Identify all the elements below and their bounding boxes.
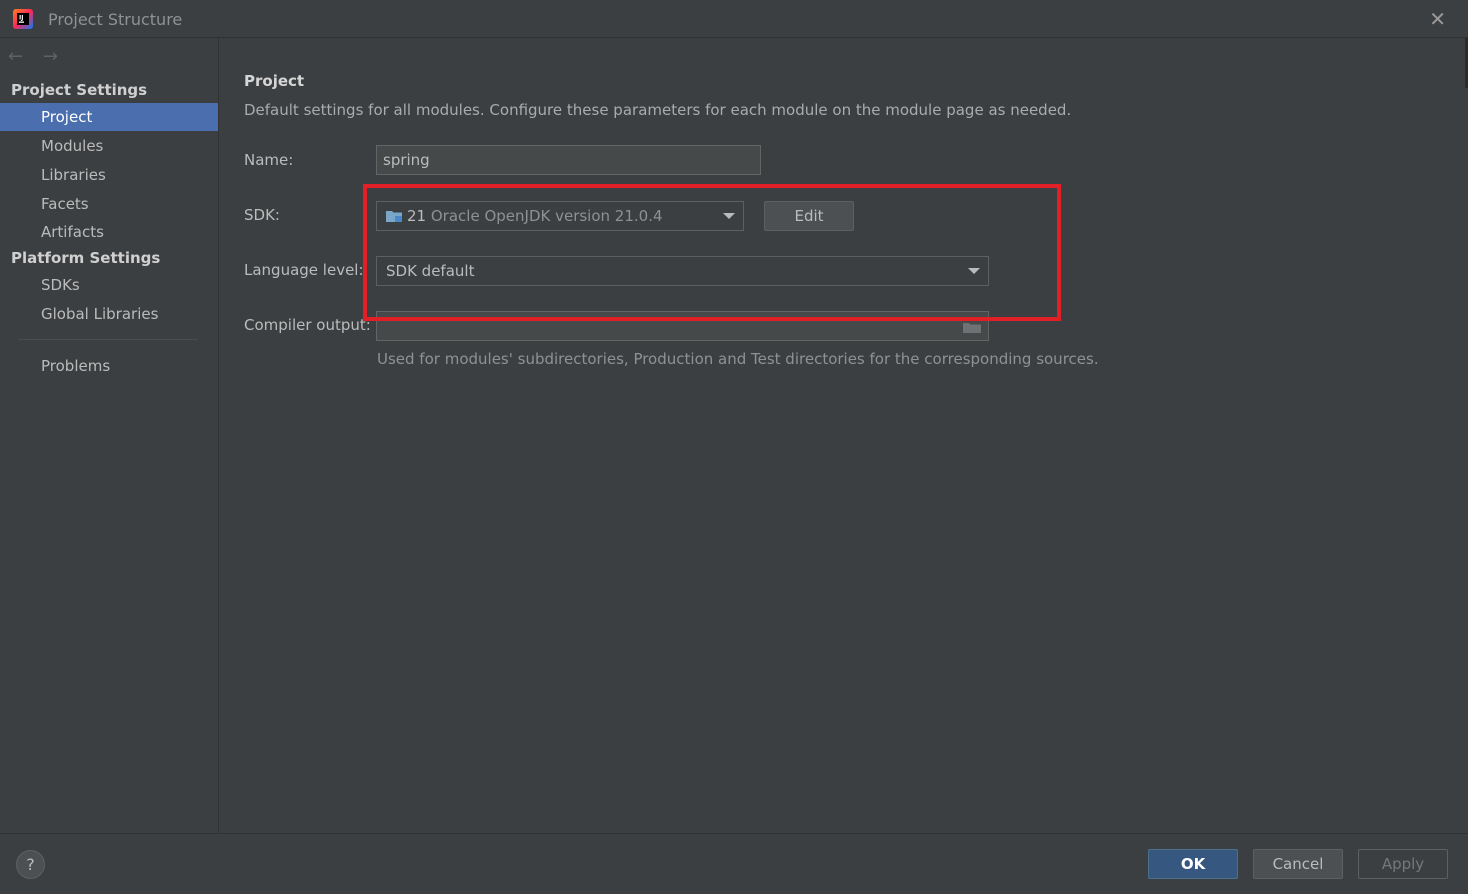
ok-button[interactable]: OK [1148,849,1238,879]
nav-arrows: ← → [8,46,72,67]
forward-arrow-icon[interactable]: → [43,46,58,67]
sidebar-divider [18,339,198,340]
sidebar-item-problems[interactable]: Problems [0,352,218,380]
dialog-footer: ? OK Cancel Apply [0,833,1468,894]
sidebar-item-modules[interactable]: Modules [0,132,218,160]
language-level-label: Language level: [244,261,364,279]
close-icon[interactable]: ✕ [1429,9,1446,29]
sidebar-item-libraries[interactable]: Libraries [0,161,218,189]
window-title: Project Structure [48,10,183,29]
intellij-idea-icon: IJ [13,9,33,29]
sidebar-item-artifacts[interactable]: Artifacts [0,218,218,246]
cancel-button[interactable]: Cancel [1253,849,1343,879]
sidebar-item-project[interactable]: Project [0,103,218,131]
help-icon[interactable]: ? [16,850,45,879]
sdk-label: SDK: [244,206,280,224]
platform-settings-header: Platform Settings [11,249,161,267]
sidebar-item-sdks[interactable]: SDKs [0,271,218,299]
red-highlight-annotation [363,184,1061,321]
main-panel: Project Default settings for all modules… [219,38,1468,833]
sidebar-item-global-libraries[interactable]: Global Libraries [0,300,218,328]
page-title: Project [244,72,305,90]
browse-folder-icon[interactable] [963,321,981,333]
compiler-output-hint: Used for modules' subdirectories, Produc… [377,350,1099,368]
back-arrow-icon[interactable]: ← [8,46,23,67]
title-bar: IJ Project Structure ✕ [0,0,1468,38]
project-name-input[interactable] [376,145,761,175]
compiler-output-label: Compiler output: [244,316,371,334]
name-label: Name: [244,151,294,169]
page-description: Default settings for all modules. Config… [244,101,1072,119]
project-settings-header: Project Settings [11,81,148,99]
sidebar: ← → Project Settings Project Modules Lib… [0,38,219,833]
apply-button[interactable]: Apply [1358,849,1448,879]
sidebar-item-facets[interactable]: Facets [0,190,218,218]
svg-text:IJ: IJ [19,15,23,22]
